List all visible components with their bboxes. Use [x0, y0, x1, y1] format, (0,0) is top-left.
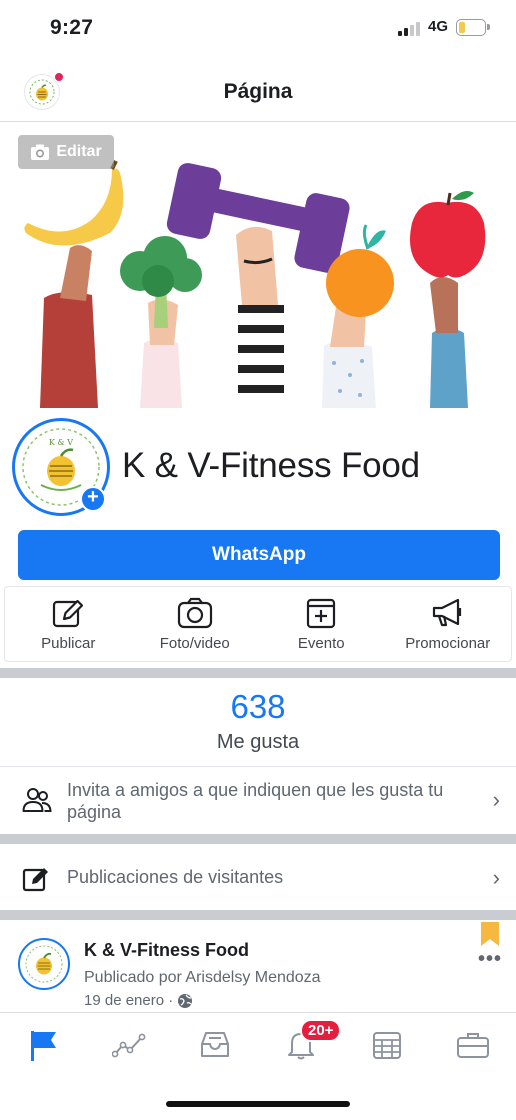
event-button[interactable]: Evento — [258, 587, 385, 661]
briefcase-icon — [457, 1032, 489, 1058]
home-indicator — [166, 1101, 350, 1107]
promote-button[interactable]: Promocionar — [385, 587, 512, 661]
signal-icon — [398, 20, 422, 36]
network-type: 4G — [428, 18, 449, 35]
edit-cover-button[interactable]: Editar — [18, 135, 114, 169]
edit-cover-label: Editar — [56, 143, 102, 160]
post-published-by: Publicado por Arisdelsy Mendoza — [84, 969, 321, 986]
notifications-badge: 20+ — [300, 1019, 342, 1042]
chevron-right-icon: › — [492, 865, 500, 890]
photo-video-button[interactable]: Foto/video — [132, 587, 259, 661]
post-card[interactable]: K & V-Fitness Food Publicado por Arisdel… — [0, 922, 516, 1012]
camera-icon — [177, 597, 212, 629]
section-divider — [0, 834, 516, 844]
invite-friends-row[interactable]: Invita a amigos a que indiquen que les g… — [0, 766, 516, 832]
calendar-icon — [373, 1031, 401, 1059]
svg-text:K & V: K & V — [49, 438, 73, 447]
tab-insights[interactable] — [86, 1013, 172, 1076]
cover-photo[interactable]: Editar — [0, 123, 516, 408]
inbox-icon — [201, 1031, 229, 1057]
page-name: K & V-Fitness Food — [122, 446, 420, 485]
invite-text: Invita a amigos a que indiquen que les g… — [67, 780, 444, 822]
brand-logo-icon — [25, 945, 63, 983]
post-date-row: 19 de enero · — [84, 992, 193, 1009]
post-author[interactable]: K & V-Fitness Food — [84, 940, 249, 961]
tab-calendar[interactable] — [344, 1013, 430, 1076]
screen: 9:27 4G Página Editar K & V + K & V-Fitn… — [0, 0, 516, 1120]
tab-tools[interactable] — [430, 1013, 516, 1076]
compose-icon — [22, 868, 48, 892]
status-time: 9:27 — [50, 16, 94, 39]
tab-page[interactable] — [0, 1013, 86, 1076]
likes-count[interactable]: 638 — [0, 688, 516, 726]
bookmark-icon[interactable] — [481, 922, 499, 946]
visitor-posts-row[interactable]: Publicaciones de visitantes › — [0, 848, 516, 910]
whatsapp-button[interactable]: WhatsApp — [18, 530, 500, 580]
insights-icon — [112, 1033, 146, 1057]
edit-icon — [53, 599, 84, 628]
photo-video-label: Foto/video — [159, 635, 230, 652]
chevron-right-icon: › — [492, 787, 500, 812]
megaphone-icon — [432, 598, 461, 627]
likes-label: Me gusta — [216, 731, 300, 753]
camera-icon — [31, 144, 50, 160]
header-title: Página — [223, 80, 293, 103]
tab-inbox[interactable] — [172, 1013, 258, 1076]
post-avatar[interactable] — [18, 938, 70, 990]
page-header: Página — [0, 56, 516, 122]
battery-icon — [456, 19, 490, 36]
section-divider — [0, 668, 516, 678]
event-label: Evento — [297, 635, 345, 652]
publish-button[interactable]: Publicar — [5, 587, 132, 661]
action-bar: Publicar Foto/video Evento Promocionar — [4, 586, 512, 662]
section-divider — [0, 910, 516, 920]
tab-notifications[interactable]: 20+ — [258, 1013, 344, 1076]
status-bar: 9:27 4G — [0, 0, 516, 56]
post-date: 19 de enero · — [84, 992, 174, 1009]
promote-label: Promocionar — [405, 635, 491, 652]
visitor-posts-text: Publicaciones de visitantes — [67, 867, 284, 887]
globe-icon — [178, 993, 193, 1008]
tab-bar: 20+ — [0, 1012, 516, 1076]
more-options-icon[interactable]: ••• — [478, 948, 502, 971]
add-profile-photo-button[interactable]: + — [80, 486, 106, 512]
publish-label: Publicar — [41, 635, 96, 652]
event-icon — [307, 598, 336, 629]
people-icon — [22, 788, 52, 812]
flag-icon — [31, 1030, 56, 1061]
